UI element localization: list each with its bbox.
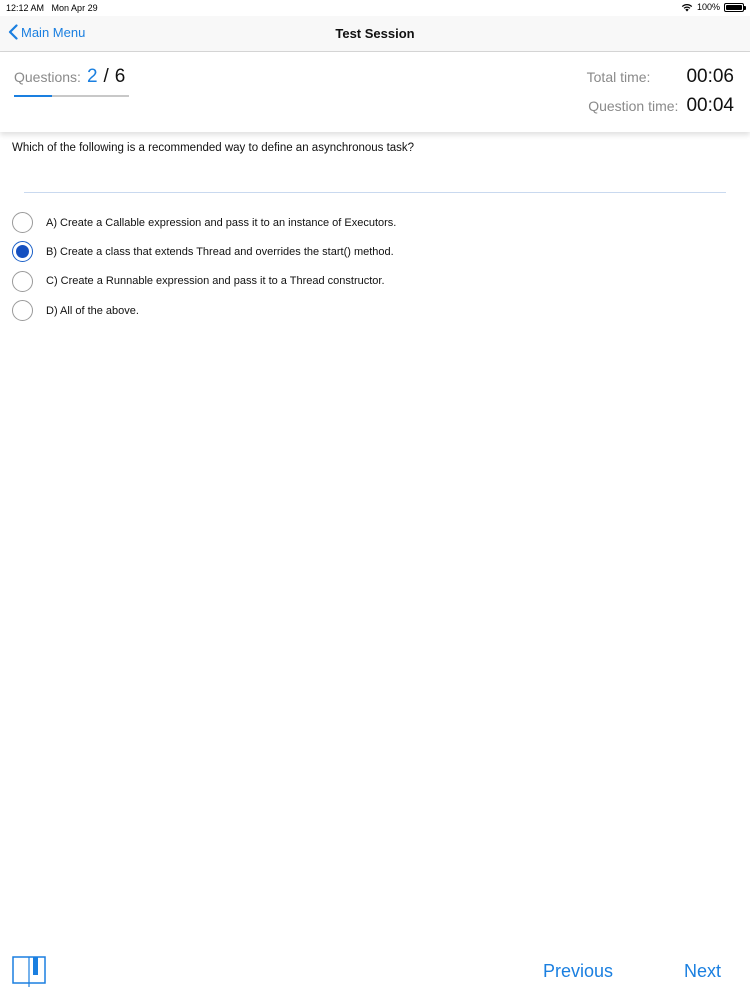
question-time-value: 00:04 xyxy=(686,95,734,116)
total-questions-number: 6 xyxy=(114,66,126,87)
question-text: Which of the following is a recommended … xyxy=(12,142,415,154)
answer-label-c: C) Create a Runnable expression and pass… xyxy=(46,275,385,288)
answer-option-c[interactable]: C) Create a Runnable expression and pass… xyxy=(12,267,396,296)
next-button[interactable]: Next xyxy=(684,961,721,982)
bookmark-icon[interactable] xyxy=(12,956,46,988)
status-right: 100% xyxy=(681,2,746,12)
radio-button-b[interactable] xyxy=(12,241,33,263)
current-question-number: 2 xyxy=(86,66,98,87)
total-time-label: Total time: xyxy=(586,69,651,85)
answer-option-b[interactable]: B) Create a class that extends Thread an… xyxy=(12,237,396,266)
navigation-bar: Main Menu Test Session xyxy=(0,16,750,52)
status-bar: 12:12 AM Mon Apr 29 100% xyxy=(0,0,750,16)
answer-label-d: D) All of the above. xyxy=(46,304,139,317)
answer-label-b: B) Create a class that extends Thread an… xyxy=(46,245,394,258)
radio-button-d[interactable] xyxy=(12,300,33,322)
question-progress-bar xyxy=(14,95,129,97)
answer-label-a: A) Create a Callable expression and pass… xyxy=(46,216,397,229)
battery-icon xyxy=(724,2,746,12)
wifi-icon xyxy=(681,3,693,11)
question-divider xyxy=(24,192,726,193)
answer-options: A) Create a Callable expression and pass… xyxy=(12,208,396,325)
progress-fill xyxy=(14,95,53,97)
radio-button-c[interactable] xyxy=(12,270,33,292)
page-title: Test Session xyxy=(335,26,415,41)
battery-percent: 100% xyxy=(696,2,720,12)
previous-button[interactable]: Previous xyxy=(543,961,613,982)
radio-selected-dot xyxy=(16,245,29,259)
question-counter: Questions: 2 / 6 xyxy=(14,66,125,88)
answer-option-a[interactable]: A) Create a Callable expression and pass… xyxy=(12,208,396,237)
answer-option-d[interactable]: D) All of the above. xyxy=(12,296,396,325)
session-header: Questions: 2 / 6 Total time: 00:06 Quest… xyxy=(0,52,750,132)
question-time-row: Question time: 00:04 xyxy=(588,95,734,117)
radio-button-a[interactable] xyxy=(12,212,33,234)
total-time-value: 00:06 xyxy=(686,66,734,87)
questions-label: Questions: xyxy=(14,69,81,85)
counter-separator: / xyxy=(103,66,109,87)
question-time-label: Question time: xyxy=(588,98,679,114)
status-time: 12:12 AM Mon Apr 29 xyxy=(6,3,98,13)
total-time-row: Total time: 00:06 xyxy=(587,66,734,88)
